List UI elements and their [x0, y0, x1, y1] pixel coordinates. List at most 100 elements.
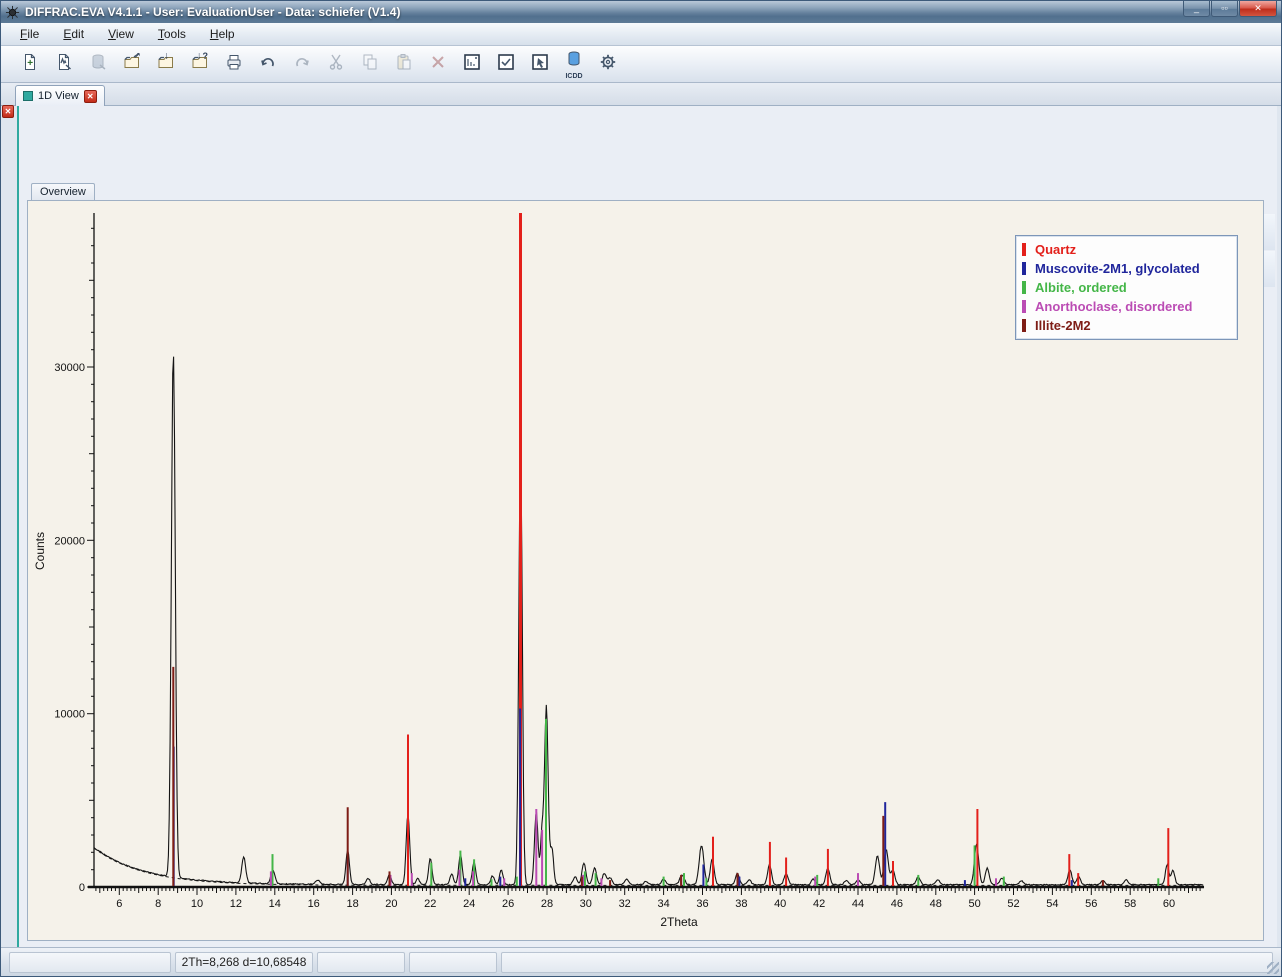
svg-text:32: 32: [619, 898, 631, 910]
menu-view[interactable]: View: [99, 25, 143, 43]
legend-label: Illite-2M2: [1035, 318, 1091, 333]
legend-entry[interactable]: Albite, ordered: [1022, 278, 1231, 297]
copy-button: [355, 49, 385, 79]
phase-sticks[interactable]: [174, 709, 1072, 887]
svg-text:26: 26: [502, 898, 514, 910]
status-bar: 2Th=8,268 d=10,68548: [1, 947, 1281, 976]
save-button[interactable]: ↓: [151, 49, 181, 79]
phase-sticks[interactable]: [173, 667, 1103, 886]
legend-marker-icon: [1022, 243, 1026, 256]
svg-text:↗: ↗: [134, 52, 141, 60]
icdd-database-button[interactable]: ICDD: [559, 49, 589, 79]
undo-button[interactable]: [253, 49, 283, 79]
delete-button: [423, 49, 453, 79]
open-file-icon: ↗: [122, 52, 142, 77]
import-scan-button[interactable]: [49, 49, 79, 79]
save-icon: ↓: [156, 52, 176, 77]
svg-text:46: 46: [891, 898, 903, 910]
svg-text:24: 24: [463, 898, 475, 910]
svg-text:18: 18: [346, 898, 358, 910]
document-tab-bar: 1D View ✕: [1, 83, 1281, 106]
svg-text:0: 0: [79, 882, 85, 894]
delete-icon: [428, 52, 448, 77]
legend-label: Albite, ordered: [1035, 280, 1127, 295]
svg-text:10: 10: [191, 898, 203, 910]
svg-text:↓: ↓: [164, 52, 169, 62]
data-tree-view-button[interactable]: [457, 49, 487, 79]
svg-text:36: 36: [696, 898, 708, 910]
redo-button: [287, 49, 317, 79]
svg-text:22: 22: [424, 898, 436, 910]
svg-text:44: 44: [852, 898, 864, 910]
new-document-icon: +: [20, 52, 40, 77]
close-button[interactable]: ✕: [1239, 1, 1277, 17]
new-document-button[interactable]: +: [15, 49, 45, 79]
legend-marker-icon: [1022, 300, 1026, 313]
svg-text:52: 52: [1007, 898, 1019, 910]
window-title: DIFFRAC.EVA V4.1.1 - User: EvaluationUse…: [25, 5, 400, 19]
legend-entry[interactable]: Anorthoclase, disordered: [1022, 297, 1231, 316]
menu-edit[interactable]: Edit: [54, 25, 93, 43]
undo-icon: [258, 52, 278, 77]
svg-text:34: 34: [657, 898, 669, 910]
legend-label: Quartz: [1035, 242, 1076, 257]
menu-bar: File Edit View Tools Help: [1, 23, 1281, 46]
status-panel: [409, 952, 497, 973]
options-view-icon: [496, 52, 516, 77]
svg-text:60: 60: [1163, 898, 1175, 910]
export-database-icon: [88, 52, 108, 77]
legend-entry[interactable]: Muscovite-2M1, glycolated: [1022, 259, 1231, 278]
select-view-button[interactable]: [525, 49, 555, 79]
legend-label: Muscovite-2M1, glycolated: [1035, 261, 1200, 276]
x-axis-label: 2Theta: [660, 915, 698, 929]
svg-text:↓: ↓: [197, 52, 202, 62]
save-as-icon: ↓?: [190, 52, 210, 77]
panel-close-icon[interactable]: ✕: [2, 105, 14, 118]
xrd-chart-panel[interactable]: 6810121416182022242628303234363840424446…: [27, 200, 1264, 941]
tab-1d-view[interactable]: 1D View ✕: [15, 85, 105, 106]
print-button[interactable]: [219, 49, 249, 79]
export-database-button: [83, 49, 113, 79]
svg-text:12: 12: [230, 898, 242, 910]
app-window: DIFFRAC.EVA V4.1.1 - User: EvaluationUse…: [0, 0, 1282, 977]
open-file-button[interactable]: ↗: [117, 49, 147, 79]
options-view-button[interactable]: [491, 49, 521, 79]
app-logo-icon: [5, 5, 20, 20]
title-bar: DIFFRAC.EVA V4.1.1 - User: EvaluationUse…: [1, 1, 1281, 23]
minimize-button[interactable]: _: [1183, 1, 1210, 17]
phase-sticks[interactable]: [271, 809, 996, 886]
tab-label: 1D View: [38, 90, 79, 102]
data-tree-view-icon: [462, 52, 482, 77]
settings-icon: [598, 52, 618, 77]
paste-button: [389, 49, 419, 79]
svg-text:54: 54: [1046, 898, 1058, 910]
cursor-position-readout: 2Th=8,268 d=10,68548: [175, 952, 313, 973]
print-icon: [224, 52, 244, 77]
svg-text:6: 6: [116, 898, 122, 910]
resize-grip-icon[interactable]: [1267, 962, 1279, 974]
legend-label: Anorthoclase, disordered: [1035, 299, 1192, 314]
tab-overview[interactable]: Overview: [31, 183, 95, 200]
legend-marker-icon: [1022, 281, 1026, 294]
svg-text:10000: 10000: [54, 709, 85, 721]
legend-entry[interactable]: Quartz: [1022, 240, 1231, 259]
svg-text:42: 42: [813, 898, 825, 910]
menu-tools[interactable]: Tools: [149, 25, 195, 43]
copy-icon: [360, 52, 380, 77]
legend-entry[interactable]: Illite-2M2: [1022, 316, 1231, 335]
settings-button[interactable]: [593, 49, 623, 79]
save-as-button[interactable]: ↓?: [185, 49, 215, 79]
status-panel: [9, 952, 171, 973]
restore-button[interactable]: ▫▫: [1211, 1, 1238, 17]
legend-marker-icon: [1022, 319, 1026, 332]
tab-close-icon[interactable]: ✕: [84, 90, 97, 103]
icdd-database-icon: [564, 49, 584, 74]
menu-file[interactable]: File: [11, 25, 48, 43]
menu-help[interactable]: Help: [201, 25, 244, 43]
import-scan-icon: [54, 52, 74, 77]
phase-legend[interactable]: Quartz Muscovite-2M1, glycolated Albite, o…: [1015, 235, 1238, 340]
svg-text:48: 48: [930, 898, 942, 910]
background-fit-curve: [94, 848, 1202, 885]
svg-text:50: 50: [968, 898, 980, 910]
svg-text:30000: 30000: [54, 362, 85, 374]
